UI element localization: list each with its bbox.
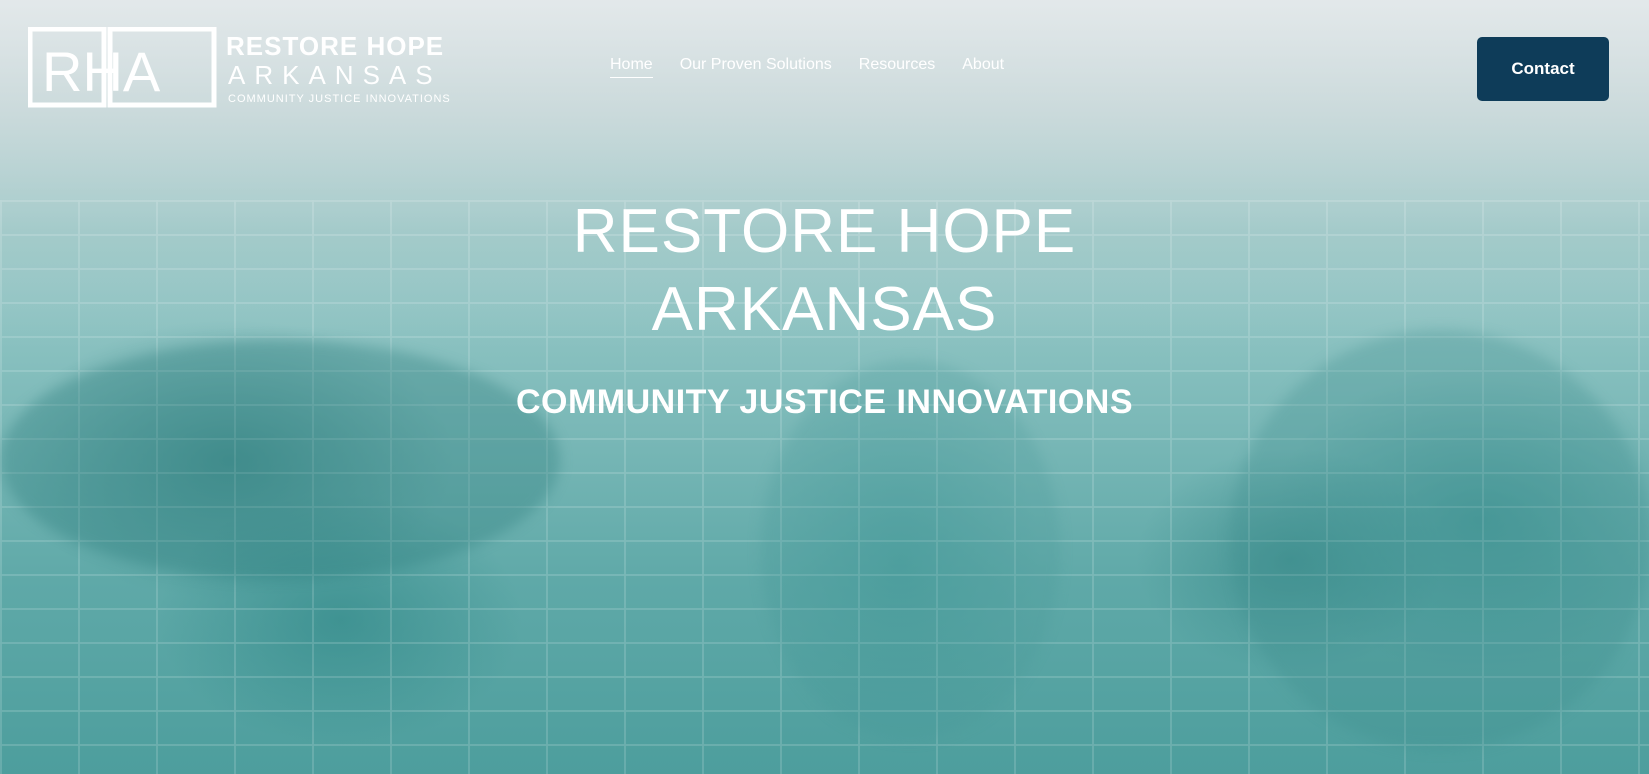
site-logo[interactable]: RHA RESTORE HOPE ARKANSAS COMMUNITY JUST… [28, 27, 458, 111]
nav-about[interactable]: About [962, 56, 1004, 78]
hero-title-line-1: RESTORE HOPE [572, 197, 1077, 266]
nav-home[interactable]: Home [610, 56, 653, 78]
rha-logo-mark-icon: RHA [28, 27, 217, 108]
logo-line-2: ARKANSAS [228, 60, 442, 90]
nav-our-proven-solutions[interactable]: Our Proven Solutions [680, 56, 832, 78]
contact-button[interactable]: Contact [1477, 37, 1609, 101]
hero-title-line-2: ARKANSAS [651, 275, 998, 344]
logo-line-3: COMMUNITY JUSTICE INNOVATIONS [228, 93, 451, 105]
page: RHA RESTORE HOPE ARKANSAS COMMUNITY JUST… [0, 0, 1649, 774]
nav-resources[interactable]: Resources [859, 56, 935, 78]
logo-line-1: RESTORE HOPE [226, 31, 445, 61]
hero-subtitle: COMMUNITY JUSTICE INNOVATIONS [515, 383, 1134, 421]
photo-figure-left [0, 340, 560, 580]
site-header: RHA RESTORE HOPE ARKANSAS COMMUNITY JUST… [0, 0, 1649, 130]
main-nav: Home Our Proven Solutions Resources Abou… [610, 56, 1004, 78]
logo-mark-text: RHA [42, 40, 161, 103]
hero-title: RESTORE HOPE ARKANSAS [0, 193, 1649, 349]
